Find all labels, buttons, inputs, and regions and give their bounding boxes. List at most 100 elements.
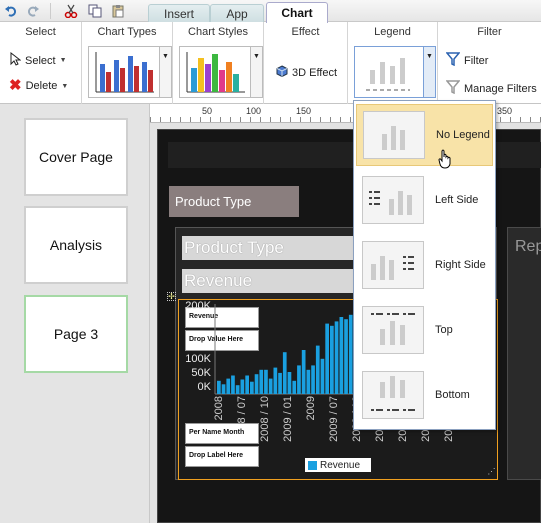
ribbon: Select Select ▼ ✖ Delete ▼ Chart Types ▼… xyxy=(0,22,541,104)
legend-right-icon xyxy=(362,241,424,289)
legend-option-label: Top xyxy=(435,324,453,336)
funnel-icon xyxy=(445,52,461,69)
3d-effect-button[interactable]: 3D Effect xyxy=(276,65,337,80)
product-type-filter[interactable]: Product Type xyxy=(169,186,299,217)
select-label: Select xyxy=(25,54,56,67)
revenue-bar xyxy=(325,323,329,394)
chart-legend[interactable]: Revenue xyxy=(305,458,371,472)
bar-chart-icon xyxy=(95,52,154,93)
ruler-label: 150 xyxy=(296,106,312,116)
chart-style-icon xyxy=(186,52,245,93)
revenue-bar xyxy=(217,380,221,394)
revenue-bar xyxy=(301,350,306,394)
page-thumbnail-page3[interactable]: Page 3 xyxy=(24,295,128,373)
revenue-bar xyxy=(334,321,339,394)
legend-option-label: Left Side xyxy=(435,194,479,206)
chart-styles-gallery[interactable] xyxy=(179,46,251,98)
select-button[interactable]: Select ▼ xyxy=(9,51,67,69)
chevron-down-icon: ▼ xyxy=(253,53,260,60)
tab-insert[interactable]: Insert xyxy=(148,4,210,22)
3d-effect-label: 3D Effect xyxy=(292,66,338,79)
delete-button[interactable]: ✖ Delete ▼ xyxy=(9,77,68,94)
cube-icon xyxy=(276,65,288,80)
delete-label: Delete xyxy=(25,80,58,92)
legend-option-right[interactable]: Right Side xyxy=(356,234,493,296)
filter-label: Filter xyxy=(464,54,489,67)
revenue-bar xyxy=(330,325,334,394)
x-tick-label: 2009 / 07 xyxy=(328,396,340,442)
revenue-bar xyxy=(315,345,320,394)
y-tick-label: 0K xyxy=(197,381,211,393)
copy-icon[interactable] xyxy=(86,2,104,20)
legend-option-none[interactable]: No Legend xyxy=(356,104,493,169)
legend-bottom-icon xyxy=(362,371,424,419)
revenue-bar xyxy=(282,352,287,394)
move-handle-icon[interactable]: ✢ xyxy=(167,292,176,301)
resize-handle-icon[interactable]: ⋰ xyxy=(487,468,496,477)
tab-chart[interactable]: Chart xyxy=(266,2,328,23)
ruler-label: 50 xyxy=(202,106,213,116)
legend-option-left[interactable]: Left Side xyxy=(356,169,493,231)
tab-app[interactable]: App xyxy=(210,4,264,22)
page-label: Page 3 xyxy=(53,326,99,342)
manage-filters-label: Manage Filters xyxy=(464,82,537,95)
revenue-bar xyxy=(273,367,278,394)
cut-icon[interactable] xyxy=(62,2,80,20)
select-group: Select Select ▼ ✖ Delete ▼ xyxy=(0,22,82,104)
chart-types-dropdown[interactable]: ▼ xyxy=(160,46,172,98)
revenue-bar xyxy=(235,385,240,394)
paste-icon[interactable] xyxy=(109,2,127,20)
axis-field-label[interactable]: Per Name Month xyxy=(185,423,259,444)
funnel-icon xyxy=(445,80,461,97)
product-type-band[interactable]: Product Type xyxy=(182,236,360,260)
revenue-bar xyxy=(344,319,348,394)
report-panel-right[interactable]: Rep xyxy=(507,227,541,480)
legend-left-icon xyxy=(362,176,424,224)
redo-icon[interactable] xyxy=(24,2,42,20)
page-label: Analysis xyxy=(49,237,103,253)
y-tick-label: 200K xyxy=(185,300,211,312)
legend-gallery[interactable] xyxy=(354,46,424,98)
legend-dropdown[interactable]: ▼ xyxy=(424,46,436,98)
chart-types-group: Chart Types ▼ xyxy=(82,22,173,104)
chart-styles-title: Chart Styles xyxy=(188,26,248,38)
bar-plot xyxy=(214,304,363,395)
revenue-bar xyxy=(278,372,282,394)
undo-icon[interactable] xyxy=(2,2,20,20)
x-tick-label: 2008 / 10 xyxy=(259,396,271,442)
chart-styles-dropdown[interactable]: ▼ xyxy=(251,46,263,98)
legend-option-bottom[interactable]: Bottom xyxy=(356,364,493,426)
revenue-bar xyxy=(306,369,311,394)
delete-icon: ✖ xyxy=(9,77,22,94)
manage-filters-button[interactable]: Manage Filters xyxy=(445,80,537,97)
ruler-label: 100 xyxy=(246,106,262,116)
chevron-down-icon[interactable]: ▼ xyxy=(61,83,68,90)
no-legend-icon xyxy=(363,111,425,159)
revenue-bar xyxy=(264,369,268,394)
revenue-bar xyxy=(254,374,259,394)
title-bar: Insert App Chart xyxy=(0,0,541,23)
x-tick-label: 2009 xyxy=(305,396,317,421)
revenue-band[interactable]: Revenue xyxy=(182,269,360,293)
legend-option-top[interactable]: Top xyxy=(356,299,493,361)
page-thumbnail-analysis[interactable]: Analysis xyxy=(24,206,128,284)
chevron-down-icon[interactable]: ▼ xyxy=(60,57,67,64)
revenue-bar xyxy=(311,365,315,394)
chart-types-gallery[interactable] xyxy=(88,46,160,98)
revenue-bar xyxy=(221,384,226,394)
x-tick-label: 2008 xyxy=(213,396,225,421)
pages-pane: Cover Page Analysis Page 3 xyxy=(0,104,150,523)
page-thumbnail-cover[interactable]: Cover Page xyxy=(24,118,128,196)
legend-text: Revenue xyxy=(320,459,361,471)
legend-style-icon xyxy=(366,58,410,91)
revenue-bar xyxy=(231,375,235,394)
revenue-bar xyxy=(259,369,264,394)
legend-swatch xyxy=(308,460,317,470)
x-tick-label: 2009 / 01 xyxy=(282,396,294,442)
legend-title: Legend xyxy=(374,26,411,38)
legend-group: Legend ▼ xyxy=(348,22,438,104)
legend-option-label: No Legend xyxy=(436,129,490,141)
filter-button[interactable]: Filter xyxy=(445,52,489,69)
drop-label-zone[interactable]: Drop Label Here xyxy=(185,446,259,467)
y-tick-label: 100K xyxy=(185,353,211,365)
